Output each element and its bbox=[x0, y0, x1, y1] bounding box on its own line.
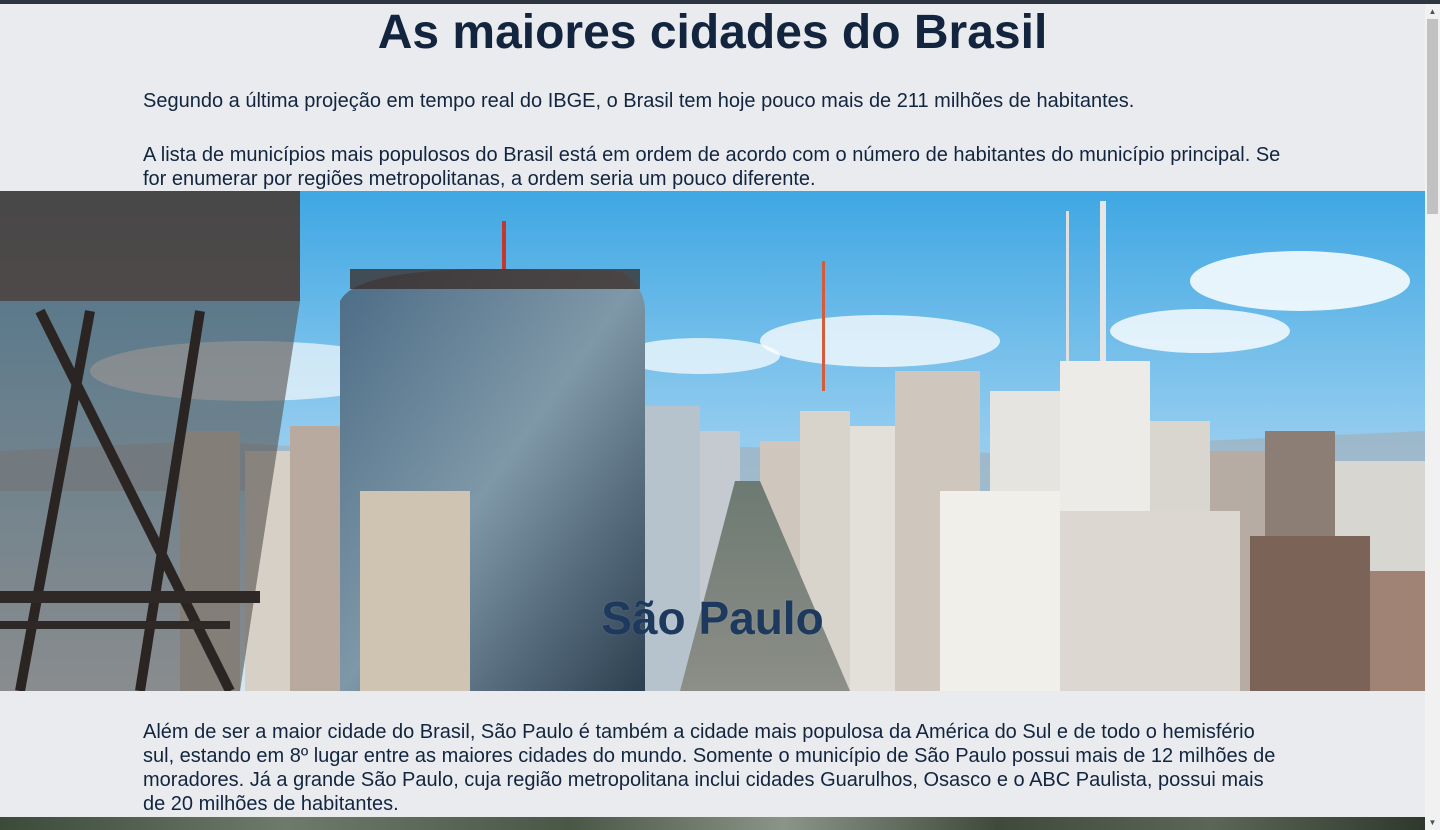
intro-paragraph-population: Segundo a última projeção em tempo real … bbox=[143, 90, 1135, 112]
intro-paragraph-list-order: A lista de municípios mais populosos do … bbox=[143, 144, 1281, 190]
page-title: As maiores cidades do Brasil bbox=[377, 6, 1048, 59]
vertical-scrollbar[interactable]: ▲ ▼ bbox=[1425, 4, 1440, 830]
next-city-hero-image bbox=[0, 817, 1425, 830]
page-content: As maiores cidades do Brasil Segundo a ú… bbox=[0, 4, 1425, 830]
sao-paulo-hero-image: São Paulo bbox=[0, 191, 1425, 691]
city-heading-sao-paulo: São Paulo bbox=[601, 592, 824, 644]
sao-paulo-description: Além de ser a maior cidade do Brasil, Sã… bbox=[143, 721, 1276, 815]
scroll-down-arrow-icon[interactable]: ▼ bbox=[1425, 815, 1440, 830]
scrollbar-thumb[interactable] bbox=[1427, 19, 1438, 214]
scroll-up-arrow-icon[interactable]: ▲ bbox=[1425, 4, 1440, 19]
